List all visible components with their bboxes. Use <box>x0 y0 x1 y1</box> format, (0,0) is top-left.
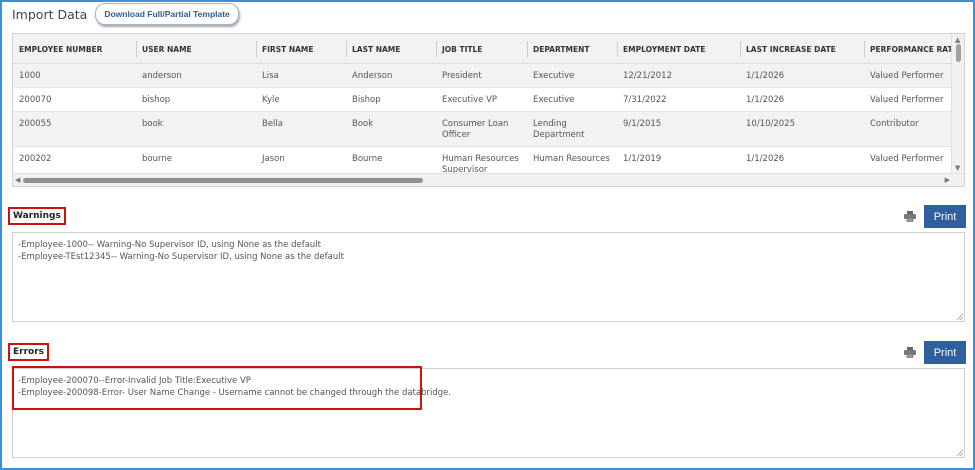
cell-last-name: Book <box>352 119 374 129</box>
column-header-performance-rating[interactable]: PERFORMANCE RATII <box>864 34 952 64</box>
cell-job-title: Consumer Loan Officer <box>442 119 509 140</box>
horizontal-scroll-thumb[interactable] <box>23 178 423 183</box>
cell-performance-rating: Valued Performer <box>870 71 944 81</box>
page-title: Import Data <box>12 6 88 22</box>
vertical-scrollbar[interactable]: ▲ ▼ <box>951 34 964 174</box>
table-row[interactable]: 200070 bishop Kyle Bishop Executive VP E… <box>13 88 952 112</box>
arrow-down-icon[interactable]: ▼ <box>955 163 960 173</box>
table-row[interactable]: 200055 book Bella Book Consumer Loan Off… <box>13 112 952 147</box>
page-header: Import Data Download Full/Partial Templa… <box>12 3 239 25</box>
cell-job-title: Executive VP <box>442 95 498 105</box>
cell-last-name: Bishop <box>352 95 381 105</box>
cell-last-increase-date: 10/10/2025 <box>746 119 795 129</box>
cell-department: Lending Department <box>533 119 585 140</box>
cell-employee-number: 1000 <box>19 71 41 81</box>
cell-user-name: bourne <box>142 154 172 164</box>
cell-first-name: Jason <box>262 154 285 164</box>
cell-user-name: book <box>142 119 163 129</box>
column-header-first-name[interactable]: FIRST NAME <box>256 34 346 64</box>
printer-icon[interactable] <box>904 347 916 358</box>
cell-department: Executive <box>533 95 575 105</box>
cell-last-name: Bourne <box>352 154 383 164</box>
import-data-grid: EMPLOYEE NUMBER USER NAME FIRST NAME LAS… <box>12 33 965 187</box>
arrow-left-icon[interactable]: ◀ <box>15 175 20 185</box>
errors-print-group: Print <box>904 341 966 364</box>
table-row[interactable]: 1000 anderson Lisa Anderson President Ex… <box>13 64 952 88</box>
column-header-job-title[interactable]: JOB TITLE <box>436 34 527 64</box>
cell-employment-date: 9/1/2015 <box>623 119 662 129</box>
download-template-button[interactable]: Download Full/Partial Template <box>95 3 239 25</box>
column-header-employment-date[interactable]: EMPLOYMENT DATE <box>617 34 740 64</box>
table-row[interactable]: 200202 bourne Jason Bourne Human Resourc… <box>13 147 952 174</box>
cell-employee-number: 200070 <box>19 95 52 105</box>
column-header-department[interactable]: DEPARTMENT <box>527 34 617 64</box>
cell-first-name: Bella <box>262 119 283 129</box>
warning-line: -Employee-TEst12345-- Warning-No Supervi… <box>18 252 344 262</box>
resize-handle-icon[interactable] <box>956 313 963 320</box>
cell-user-name: anderson <box>142 71 182 81</box>
errors-label: Errors <box>8 343 50 361</box>
cell-first-name: Lisa <box>262 71 279 81</box>
column-header-last-name[interactable]: LAST NAME <box>346 34 436 64</box>
cell-last-increase-date: 1/1/2026 <box>746 154 785 164</box>
cell-employee-number: 200202 <box>19 154 52 164</box>
vertical-scroll-thumb[interactable] <box>956 44 961 62</box>
cell-last-increase-date: 1/1/2026 <box>746 71 785 81</box>
warnings-print-group: Print <box>904 205 966 228</box>
cell-user-name: bishop <box>142 95 171 105</box>
column-header-employee-number[interactable]: EMPLOYEE NUMBER <box>13 34 136 64</box>
cell-performance-rating: Valued Performer <box>870 154 944 164</box>
cell-last-increase-date: 1/1/2026 <box>746 95 785 105</box>
printer-icon[interactable] <box>904 211 916 222</box>
cell-job-title: President <box>442 71 482 81</box>
cell-last-name: Anderson <box>352 71 393 81</box>
resize-handle-icon[interactable] <box>956 449 963 456</box>
warnings-label: Warnings <box>8 207 66 225</box>
cell-performance-rating: Valued Performer <box>870 95 944 105</box>
grid-header-row: EMPLOYEE NUMBER USER NAME FIRST NAME LAS… <box>13 34 952 64</box>
arrow-right-icon[interactable]: ▶ <box>945 175 950 185</box>
column-header-last-increase-date[interactable]: LAST INCREASE DATE <box>740 34 864 64</box>
cell-first-name: Kyle <box>262 95 280 105</box>
cell-employment-date: 1/1/2019 <box>623 154 662 164</box>
warnings-textarea[interactable]: -Employee-1000-- Warning-No Supervisor I… <box>12 232 965 322</box>
cell-employment-date: 7/31/2022 <box>623 95 667 105</box>
horizontal-scrollbar[interactable]: ◀ ▶ <box>13 173 964 186</box>
cell-department: Human Resources <box>533 154 610 164</box>
errors-highlight-box <box>12 366 422 410</box>
cell-employment-date: 12/21/2012 <box>623 71 672 81</box>
warning-line: -Employee-1000-- Warning-No Supervisor I… <box>18 240 321 250</box>
cell-job-title: Human Resources Supervisor <box>442 154 519 174</box>
cell-department: Executive <box>533 71 575 81</box>
warnings-print-button[interactable]: Print <box>924 205 966 228</box>
cell-employee-number: 200055 <box>19 119 52 129</box>
column-header-user-name[interactable]: USER NAME <box>136 34 256 64</box>
grid-viewport: EMPLOYEE NUMBER USER NAME FIRST NAME LAS… <box>13 34 952 174</box>
cell-performance-rating: Contributor <box>870 119 919 129</box>
errors-print-button[interactable]: Print <box>924 341 966 364</box>
